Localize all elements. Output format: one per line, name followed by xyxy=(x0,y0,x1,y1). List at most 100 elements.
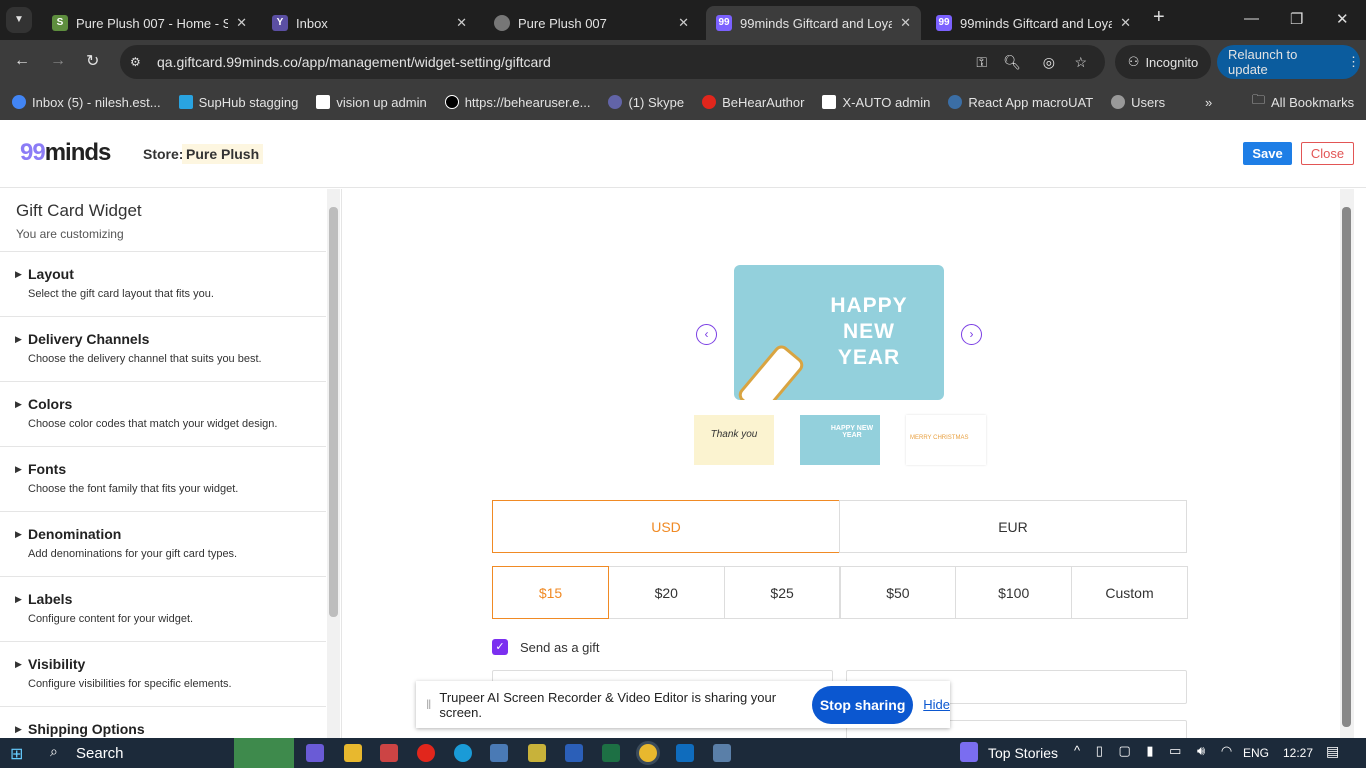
excel-icon[interactable] xyxy=(602,744,620,762)
more-bookmarks-icon[interactable]: » xyxy=(1205,95,1212,110)
outlook-icon[interactable] xyxy=(676,744,694,762)
close-window-button[interactable]: ✕ xyxy=(1336,10,1349,28)
scroll-thumb[interactable] xyxy=(1342,207,1351,727)
nx-icon[interactable] xyxy=(490,744,508,762)
language[interactable]: ENG xyxy=(1243,746,1269,760)
address-bar[interactable]: ⚙ qa.giftcard.99minds.co/app/management/… xyxy=(120,45,1105,79)
sidebar-section[interactable]: ▶ Fonts Choose the font family that fits y… xyxy=(0,447,326,512)
browser-tab-active[interactable]: 99 99minds Giftcard and Loyalt ✕ xyxy=(706,6,921,40)
bookmark[interactable]: Users xyxy=(1111,95,1165,110)
bookmark[interactable]: React App macroUAT xyxy=(948,95,1093,110)
key-icon[interactable]: ⚿ xyxy=(976,54,987,71)
main-scrollbar[interactable] xyxy=(1340,189,1354,738)
browser-tab[interactable]: Y Inbox ✕ xyxy=(262,6,477,40)
caret-right-icon: ▶ xyxy=(15,594,22,604)
copilot-icon[interactable] xyxy=(306,744,324,762)
taskbar-search[interactable]: Search xyxy=(76,745,124,762)
browser-tab[interactable]: 99 99minds Giftcard and Loyalt ✕ xyxy=(926,6,1141,40)
bookmark[interactable]: BeHearAuthor xyxy=(702,95,804,110)
top-stories[interactable]: Top Stories xyxy=(988,745,1058,761)
bookmark-icon xyxy=(178,95,193,109)
close-tab-icon[interactable]: ✕ xyxy=(236,15,247,31)
edge-icon[interactable] xyxy=(454,744,472,762)
back-icon[interactable]: ← xyxy=(14,52,30,70)
caret-right-icon: ▶ xyxy=(15,464,22,474)
app-header: 99minds Store: Pure Plush Save Close xyxy=(0,120,1366,188)
prev-arrow[interactable]: ‹ xyxy=(696,324,717,345)
scroll-thumb[interactable] xyxy=(329,207,338,617)
forward-icon[interactable]: → xyxy=(50,52,66,70)
thumb-thank-you[interactable]: Thank you xyxy=(694,415,774,465)
sidebar-section[interactable]: ▶ Delivery Channels Choose the delivery ch… xyxy=(0,317,326,382)
tray-icons[interactable]: ^ ▯ ▢ ▮ ▭ 🔊︎ ◠ xyxy=(1074,743,1238,759)
explorer-icon[interactable] xyxy=(344,744,362,762)
bookmark[interactable]: Inbox (5) - nilesh.est... xyxy=(12,95,161,110)
restore-button[interactable]: ❐ xyxy=(1290,10,1303,28)
bookmark[interactable]: SupHub stagging xyxy=(178,95,298,110)
section-desc: Configure content for your widget. xyxy=(28,613,194,625)
thumb-christmas[interactable]: MERRY CHRISTMAS xyxy=(906,415,986,465)
close-tab-icon[interactable]: ✕ xyxy=(1120,15,1131,31)
clock[interactable]: 12:27 xyxy=(1283,746,1313,760)
incognito-icon: ⚇ xyxy=(1127,54,1140,69)
minimize-button[interactable]: — xyxy=(1244,10,1259,27)
bookmark[interactable]: vision up admin xyxy=(316,95,427,110)
windows-start-icon[interactable]: ⊞ xyxy=(10,744,23,764)
close-button[interactable]: Close xyxy=(1301,142,1354,165)
amount-option[interactable]: $50 xyxy=(839,566,957,619)
sidebar-scrollbar[interactable] xyxy=(327,189,340,738)
menu-dots-icon[interactable]: ⋮ xyxy=(1347,54,1360,70)
currency-eur[interactable]: EUR xyxy=(839,500,1187,553)
amount-option[interactable]: $20 xyxy=(607,566,725,619)
99minds-icon: 99 xyxy=(716,15,732,31)
sidebar-section[interactable]: ▶ Shipping Options xyxy=(0,707,326,738)
hide-link[interactable]: Hide xyxy=(923,697,950,712)
sidebar-section[interactable]: ▶ Colors Choose color codes that match you… xyxy=(0,382,326,447)
word-icon[interactable] xyxy=(565,744,583,762)
sidebar-section[interactable]: ▶ Visibility Configure visibilities for sp… xyxy=(0,642,326,707)
amount-option[interactable]: $25 xyxy=(723,566,841,619)
caret-right-icon: ▶ xyxy=(15,399,22,409)
bookmark[interactable]: https://behearuser.e... xyxy=(444,95,590,110)
browser-tab[interactable]: SPure Plush 007 - Home - Sho✕ xyxy=(42,6,257,40)
app-icon[interactable] xyxy=(528,744,546,762)
drag-handle-icon[interactable]: ‖ xyxy=(426,697,431,712)
remote-desktop-icon[interactable] xyxy=(713,744,731,762)
site-info-icon[interactable]: ⚙ xyxy=(130,55,141,69)
chrome-icon[interactable] xyxy=(639,744,657,762)
star-icon[interactable]: ☆ xyxy=(1074,54,1087,71)
globe-icon xyxy=(494,15,510,31)
stop-sharing-button[interactable]: Stop sharing xyxy=(811,685,914,724)
incognito-badge[interactable]: ⚇ Incognito xyxy=(1115,45,1211,79)
thumb-new-year[interactable]: HAPPY NEW YEAR xyxy=(800,415,880,465)
close-tab-icon[interactable]: ✕ xyxy=(456,15,467,31)
new-tab-button[interactable]: + xyxy=(1153,6,1165,29)
reload-icon[interactable]: ↻ xyxy=(86,51,99,71)
notifications-icon[interactable]: ▤ xyxy=(1326,743,1339,760)
currency-usd[interactable]: USD xyxy=(492,500,840,553)
zoom-icon[interactable]: 🔍︎ xyxy=(1003,54,1021,71)
app-icon[interactable] xyxy=(380,744,398,762)
bookmark[interactable]: X-AUTO admin xyxy=(822,95,930,110)
screen-share-bar: ‖ Trupeer AI Screen Recorder & Video Edi… xyxy=(416,681,950,728)
browser-tab[interactable]: Pure Plush 007 ✕ xyxy=(484,6,699,40)
sidebar-section[interactable]: ▶ Layout Select the gift card layout that … xyxy=(0,252,326,317)
logo-text: minds xyxy=(44,139,112,166)
amount-option[interactable]: Custom xyxy=(1071,566,1188,619)
eye-off-icon[interactable]: ◎ xyxy=(1043,54,1055,71)
sidebar-section[interactable]: ▶ Labels Configure content for your widget… xyxy=(0,577,326,642)
send-gift-checkbox[interactable]: ✓ xyxy=(492,639,508,655)
bookmark[interactable]: (1) Skype xyxy=(608,95,684,110)
close-tab-icon[interactable]: ✕ xyxy=(900,15,911,31)
relaunch-button[interactable]: Relaunch to update ⋮ xyxy=(1217,45,1360,79)
next-arrow[interactable]: › xyxy=(961,324,982,345)
opera-icon[interactable] xyxy=(417,744,435,762)
all-bookmarks[interactable]: 🗀 All Bookmarks xyxy=(1252,91,1354,113)
sidebar-section[interactable]: ▶ Denomination Add denominations for your … xyxy=(0,512,326,577)
tab-search-button[interactable]: ▼ xyxy=(6,7,32,33)
amount-option[interactable]: $100 xyxy=(955,566,1073,619)
amount-option[interactable]: $15 xyxy=(492,566,609,619)
save-button[interactable]: Save xyxy=(1243,142,1292,165)
gift-card-main[interactable]: HAPPY NEW YEAR xyxy=(734,265,944,400)
close-tab-icon[interactable]: ✕ xyxy=(678,15,689,31)
